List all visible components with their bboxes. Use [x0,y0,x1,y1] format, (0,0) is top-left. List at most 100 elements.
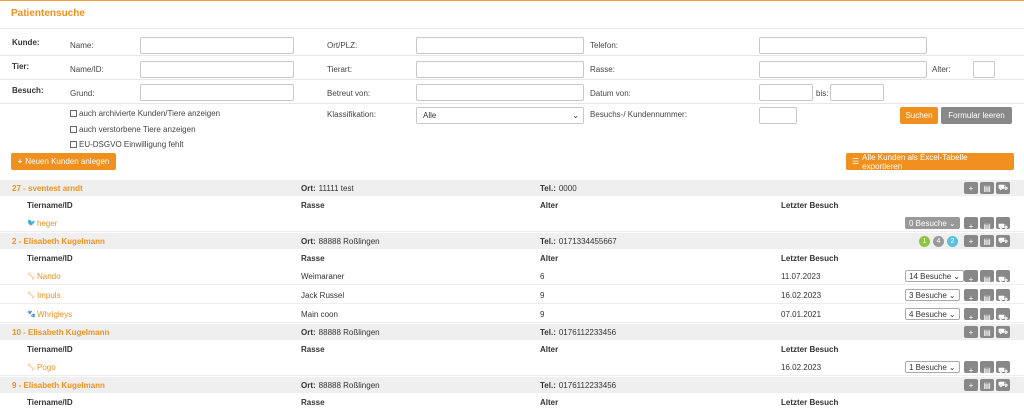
header-tiername: Tiername/ID [27,201,73,210]
row-document-button[interactable]: ▤ [980,379,994,391]
checkbox-box[interactable] [70,141,77,148]
row-cart-button[interactable]: ⛟ [996,182,1010,194]
visits-dropdown[interactable]: 1 Besuche ⌄ [905,361,960,373]
customer-row[interactable]: 2 - Elisabeth Kugelmann Ort: 88888 Roßling… [0,233,1024,249]
customer-name[interactable]: 9 - Elisabeth Kugelmann [12,381,105,390]
row-cart-button[interactable]: ⛟ [996,235,1010,247]
customer-row[interactable]: 27 - sventest arndt Ort: 11111 test Tel.: 00… [0,180,1024,196]
tel-label: Tel.: [540,328,556,337]
visits-label: 3 Besuche [909,290,947,300]
paw-icon: 🦴 [27,364,36,371]
row-cart-button[interactable]: ⛟ [996,270,1010,284]
animal-name-link[interactable]: Pogo [37,363,56,372]
visits-dropdown[interactable]: 4 Besuche ⌄ [905,308,960,320]
row-document-button[interactable]: ▤ [980,308,994,322]
animal-name-link[interactable]: Nando [37,272,61,281]
add-icon: + [968,236,974,246]
checkbox-box[interactable] [70,126,77,133]
customer-row[interactable]: 9 - Elisabeth Kugelmann Ort: 88888 Roßling… [0,377,1024,393]
table-header-row: Tiername/ID Rasse Alter Letzter Besuch [0,197,1024,213]
row-cart-button[interactable]: ⛟ [996,308,1010,322]
header-rasse: Rasse [301,345,325,354]
document-icon: ▤ [983,236,991,246]
reset-form-button[interactable]: Formular leeren [941,107,1012,124]
klassifikation-select[interactable]: Alle ⌄ [416,107,584,124]
paw-icon: 🦴 [27,273,36,280]
document-icon: ▤ [983,294,991,303]
telefon-input[interactable] [759,37,927,54]
export-excel-button[interactable]: ☰ Alle Kunden als Excel-Tabelle exportier… [846,153,1014,171]
search-button[interactable]: Suchen [900,107,938,124]
row-document-button[interactable]: ▤ [980,235,994,247]
row-add-button[interactable]: + [964,217,978,231]
cart-icon: ⛟ [997,380,1009,389]
customer-name[interactable]: 10 - Elisabeth Kugelmann [12,328,109,337]
visits-dropdown[interactable]: 0 Besuche ⌄ [905,217,960,229]
row-cart-button[interactable]: ⛟ [996,379,1010,391]
customer-name[interactable]: 27 - sventest arndt [12,184,83,193]
animal-rasse: Main coon [301,310,338,319]
tel-value: 0171334455667 [558,237,617,246]
animal-row[interactable]: 🐾 Whrigleys Main coon 9 07.01.2021 4 Besuche ⌄… [0,305,1024,323]
row-add-button[interactable]: + [964,235,978,247]
animal-letzter-besuch: 11.07.2023 [781,272,821,281]
animal-row[interactable]: 🦴 Impuls Jack Russel 9 16.02.2023 3 Besuche ⌄ +… [0,286,1024,304]
ort-label: Ort: [301,237,316,246]
visits-dropdown[interactable]: 3 Besuche ⌄ [905,289,960,301]
row-document-button[interactable]: ▤ [980,182,994,194]
grund-input[interactable] [140,84,294,101]
datum-von-input[interactable] [759,84,813,101]
checkbox-verstorben[interactable]: auch verstorbene Tiere anzeigen [70,125,196,134]
row-cart-button[interactable]: ⛟ [996,326,1010,338]
row-add-button[interactable]: + [964,308,978,322]
customer-row[interactable]: 10 - Elisabeth Kugelmann Ort: 88888 Roßlin… [0,324,1024,340]
animal-row[interactable]: 🦴 Pogo 16.02.2023 1 Besuche ⌄ + ▤ ⛟ [0,358,1024,376]
row-add-button[interactable]: + [964,361,978,375]
row-add-button[interactable]: + [964,379,978,391]
row-cart-button[interactable]: ⛟ [996,361,1010,375]
tierart-input[interactable] [416,61,584,78]
klassifikation-value: Alle [423,111,437,120]
label-grund: Grund: [70,89,95,98]
cart-icon: ⛟ [997,366,1009,375]
row-cart-button[interactable]: ⛟ [996,289,1010,303]
row-add-button[interactable]: + [964,270,978,284]
header-rasse: Rasse [301,201,325,210]
kundennummer-input[interactable] [759,107,797,124]
add-icon: + [968,183,974,193]
visits-dropdown[interactable]: 14 Besuche ⌄ [905,270,964,282]
datum-bis-input[interactable] [830,84,884,101]
row-add-button[interactable]: + [964,326,978,338]
ort-plz-input[interactable] [416,37,584,54]
row-document-button[interactable]: ▤ [980,270,994,284]
rasse-input[interactable] [759,61,927,78]
row-add-button[interactable]: + [964,289,978,303]
document-icon: ▤ [983,380,991,390]
row-add-button[interactable]: + [964,182,978,194]
label-besuchs-kundennummer: Besuchs-/ Kundennummer: [590,110,687,119]
animal-row[interactable]: 🦴 Nando Weimaraner 6 11.07.2023 14 Besuche ⌄ + ▤… [0,267,1024,285]
animal-name-link[interactable]: Whrigleys [37,310,72,319]
row-cart-button[interactable]: ⛟ [996,217,1010,231]
label-klassifikation: Klassifikation: [327,110,376,119]
customer-name[interactable]: 2 - Elisabeth Kugelmann [12,237,105,246]
animal-row[interactable]: 🐦 heger 0 Besuche ⌄ + ▤ ⛟ [0,214,1024,232]
row-document-button[interactable]: ▤ [980,217,994,231]
document-icon: ▤ [983,275,991,284]
kunde-name-input[interactable] [140,37,294,54]
row-document-button[interactable]: ▤ [980,289,994,303]
tier-name-id-input[interactable] [140,61,294,78]
new-customer-button[interactable]: + Neuen Kunden anlegen [11,153,116,170]
row-document-button[interactable]: ▤ [980,361,994,375]
animal-letzter-besuch: 16.02.2023 [781,363,822,372]
checkbox-dsgvo[interactable]: EU-DSGVO Einwilligung fehlt [70,140,183,149]
animal-name-link[interactable]: heger [37,219,57,228]
document-icon: ▤ [983,313,991,322]
animal-name-link[interactable]: Impuls [37,291,61,300]
checkbox-archiv[interactable]: auch archivierte Kunden/Tiere anzeigen [70,109,220,118]
betreut-von-input[interactable] [416,84,584,101]
alter-input[interactable] [973,61,995,78]
checkbox-box[interactable] [70,110,77,117]
row-document-button[interactable]: ▤ [980,326,994,338]
tel-label: Tel.: [540,381,556,390]
